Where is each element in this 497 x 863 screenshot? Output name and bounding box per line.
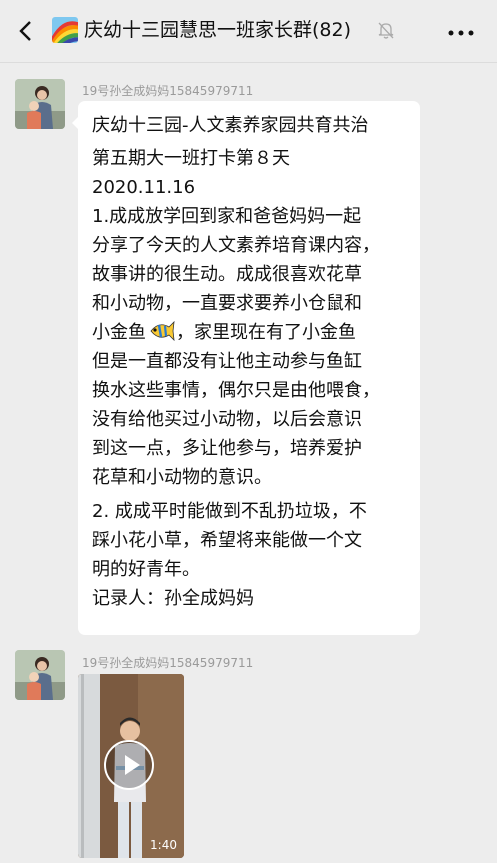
video-duration: 1:40	[150, 838, 177, 852]
play-icon[interactable]	[104, 740, 154, 790]
sender-name: 19号孙全成妈妈15845979711	[82, 84, 254, 98]
message-line: 1.成成放学回到家和爸爸妈妈一起	[92, 206, 362, 227]
message-line: 2020.11.16	[92, 177, 196, 198]
chat-title: 庆幼十三园慧思一班家长群(82)	[84, 19, 352, 41]
chat-header: 庆幼十三园慧思一班家长群(82)	[0, 0, 497, 63]
rainbow-icon	[52, 17, 78, 43]
message-line: 到这一点，多让他参与，培养爱护	[92, 438, 362, 459]
message-line: 故事讲的很生动。成成很喜欢花草	[92, 264, 362, 285]
message-line: 换水这些事情，偶尔只是由他喂食，	[92, 380, 380, 401]
sender-name: 19号孙全成妈妈15845979711	[82, 656, 254, 670]
message-line: 没有给他买过小动物，以后会意识	[92, 409, 362, 430]
message-line: 踩小花小草，希望将来能做一个文	[92, 530, 362, 551]
message-text: ，家里现在有了小金鱼	[176, 322, 356, 343]
message-line: 2. 成成平时能做到不乱扔垃圾，不	[92, 501, 367, 522]
message-line: 分享了今天的人文素养培育课内容，	[92, 235, 380, 256]
avatar[interactable]	[15, 79, 65, 129]
message-line: 庆幼十三园-人文素养家园共育共治	[92, 115, 369, 136]
message-line: 明的好青年。	[92, 559, 200, 580]
message-line: 第五期大一班打卡第８天	[92, 148, 290, 169]
avatar[interactable]	[15, 650, 65, 700]
video-message[interactable]: 1:40	[78, 674, 184, 858]
ellipsis-icon[interactable]	[448, 30, 474, 36]
fish-emoji	[150, 320, 175, 342]
message-bubble[interactable]: 庆幼十三园-人文素养家园共育共治 第五期大一班打卡第８天 2020.11.16 …	[72, 101, 420, 635]
muted-bell-icon	[378, 22, 394, 39]
message-line: 记录人：孙全成妈妈	[92, 588, 254, 609]
message-line: 花草和小动物的意识。	[92, 467, 272, 488]
message-line: 但是一直都没有让他主动参与鱼缸	[92, 351, 362, 372]
message-line: 和小动物，一直要求要养小仓鼠和	[92, 293, 362, 314]
message-line-with-emoji: 小金鱼 ，家里现在有了小金鱼	[92, 320, 356, 346]
message-text: 小金鱼	[92, 322, 146, 343]
chevron-left-icon[interactable]	[12, 16, 42, 46]
